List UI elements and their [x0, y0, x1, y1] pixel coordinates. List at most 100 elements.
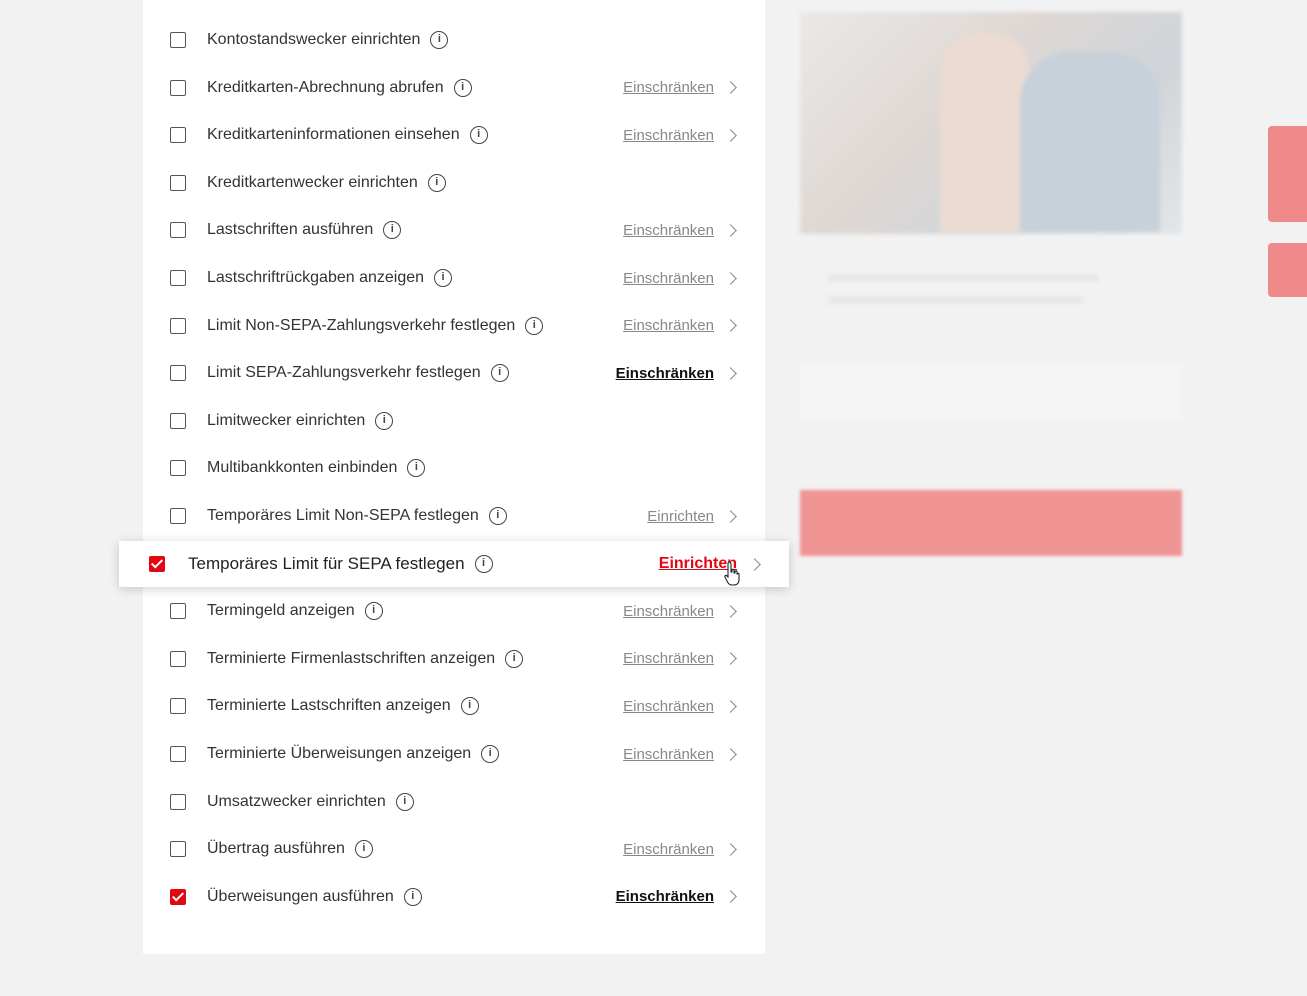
permission-checkbox[interactable]: [170, 127, 186, 144]
permissions-panel: Kontostandswecker einrichten i Kreditkarte…: [143, 0, 765, 954]
permission-row[interactable]: Temporäres Limit Non-SEPA festlegen i Einr…: [143, 493, 765, 539]
permission-action-link[interactable]: Einschränken: [616, 365, 714, 382]
save-button[interactable]: [800, 490, 1182, 556]
chevron-right-icon: [724, 319, 737, 332]
permission-checkbox[interactable]: [170, 841, 186, 858]
permission-checkbox[interactable]: [170, 793, 186, 810]
permission-label: Temporäres Limit für SEPA festlegen i: [188, 554, 493, 574]
permission-row[interactable]: Kreditkarten-Abrechnung abrufen i Einschrä…: [143, 65, 765, 111]
permission-label: Temporäres Limit Non-SEPA festlegen i: [207, 507, 507, 525]
permission-label: Limit SEPA-Zahlungsverkehr festlegen i: [207, 364, 509, 383]
permission-label-text: Lastschriften ausführen: [207, 221, 374, 239]
info-icon[interactable]: i: [481, 745, 500, 763]
chevron-right-icon: [724, 890, 737, 904]
permission-action-link[interactable]: Einschränken: [623, 127, 714, 144]
info-icon[interactable]: i: [407, 459, 426, 478]
permission-checkbox[interactable]: [170, 746, 186, 762]
permission-row[interactable]: Lastschriftrückgaben anzeigen i Einschränk…: [143, 255, 765, 301]
permission-row[interactable]: Überweisungen ausführen i Einschränken: [143, 874, 765, 920]
permission-action-link[interactable]: Einschränken: [623, 698, 714, 715]
permission-row[interactable]: Limitwecker einrichten i: [143, 398, 765, 444]
info-icon[interactable]: i: [427, 173, 446, 192]
chevron-right-icon: [724, 700, 737, 713]
chevron-right-icon: [724, 842, 737, 856]
permission-row[interactable]: Kreditkarteninformationen einsehen i Einsc…: [143, 112, 765, 158]
permission-row[interactable]: Terminierte Lastschriften anzeigen i Einsc…: [143, 683, 765, 729]
permission-action-link[interactable]: Einschränken: [623, 746, 714, 763]
permission-checkbox[interactable]: [170, 650, 186, 667]
info-icon[interactable]: i: [364, 602, 383, 621]
info-icon[interactable]: i: [375, 411, 394, 430]
permission-checkbox[interactable]: [170, 270, 186, 286]
permission-row[interactable]: Umsatzwecker einrichten i: [143, 779, 765, 825]
permission-checkbox[interactable]: [170, 317, 186, 334]
permission-row[interactable]: Lastschriften ausführen i Einschränken: [143, 207, 765, 253]
permission-action-link[interactable]: Einschränken: [623, 603, 714, 620]
permission-label-text: Limitwecker einrichten: [207, 411, 366, 429]
permission-checkbox[interactable]: [170, 698, 186, 715]
permission-label-text: Terminierte Firmenlastschriften anzeigen: [207, 649, 496, 667]
permission-label: Kontostandswecker einrichten i: [207, 31, 449, 49]
permission-label-text: Kreditkarten-Abrechnung abrufen: [207, 78, 444, 96]
info-icon[interactable]: i: [403, 887, 422, 906]
info-icon[interactable]: i: [354, 840, 373, 859]
info-icon[interactable]: i: [383, 221, 402, 240]
permission-label-text: Terminierte Lastschriften anzeigen: [207, 697, 451, 715]
permission-checkbox[interactable]: [170, 79, 186, 96]
permission-action-link[interactable]: Einschränken: [623, 222, 714, 239]
permission-label: Kreditkarten-Abrechnung abrufen i: [207, 78, 472, 97]
permission-row[interactable]: Terminierte Firmenlastschriften anzeigen…: [143, 636, 765, 682]
permission-row[interactable]: Terminierte Überweisungen anzeigen i Einsc…: [143, 731, 765, 777]
info-icon[interactable]: i: [460, 697, 479, 716]
info-icon[interactable]: i: [505, 649, 524, 668]
permission-action-link[interactable]: Einschränken: [623, 650, 714, 667]
permission-action-link[interactable]: Einschränken: [623, 317, 714, 334]
chevron-right-icon: [724, 224, 737, 237]
permission-checkbox[interactable]: [149, 556, 165, 572]
info-icon[interactable]: i: [469, 126, 488, 145]
info-icon[interactable]: i: [453, 78, 472, 97]
permission-label: Überweisungen ausführen i: [207, 887, 422, 906]
permission-label: Limitwecker einrichten i: [207, 411, 394, 430]
permission-row[interactable]: Limit SEPA-Zahlungsverkehr festlegen i Ein…: [143, 350, 765, 396]
chevron-right-icon: [724, 128, 737, 142]
permission-checkbox[interactable]: [170, 603, 186, 620]
info-icon[interactable]: i: [434, 269, 453, 287]
chevron-right-icon: [748, 557, 761, 571]
permission-checkbox[interactable]: [170, 460, 186, 477]
permission-checkbox[interactable]: [170, 888, 186, 905]
side-chat-tab[interactable]: [1268, 243, 1307, 297]
permission-checkbox[interactable]: [170, 365, 186, 382]
highlighted-permission-row[interactable]: Temporäres Limit für SEPA festlegen i Ei…: [119, 541, 789, 587]
info-icon[interactable]: i: [488, 507, 507, 525]
permission-checkbox[interactable]: [170, 508, 186, 524]
info-icon[interactable]: i: [490, 364, 509, 383]
info-icon[interactable]: i: [395, 792, 414, 811]
permission-label: Terminierte Firmenlastschriften anzeigen…: [207, 649, 524, 668]
permission-checkbox[interactable]: [170, 412, 186, 429]
permission-row[interactable]: Übertrag ausführen i Einschränken: [143, 826, 765, 872]
permission-action-link[interactable]: Einschränken: [623, 270, 714, 287]
permission-checkbox[interactable]: [170, 174, 186, 191]
permission-row[interactable]: Termingeld anzeigen i Einschränken: [143, 588, 765, 634]
permission-label-text: Limit SEPA-Zahlungsverkehr festlegen: [207, 364, 481, 382]
permission-row[interactable]: Kreditkartenwecker einrichten i: [143, 160, 765, 206]
info-icon[interactable]: i: [525, 316, 544, 335]
permission-action-link[interactable]: Einschränken: [623, 841, 714, 858]
permission-row[interactable]: Kontostandswecker einrichten i: [143, 17, 765, 63]
permission-action-link[interactable]: Einschränken: [616, 888, 714, 905]
info-icon[interactable]: i: [430, 31, 449, 49]
permission-label: Umsatzwecker einrichten i: [207, 792, 414, 811]
permission-label-text: Kreditkarteninformationen einsehen: [207, 126, 460, 144]
permission-label: Terminierte Lastschriften anzeigen i: [207, 697, 479, 716]
chevron-right-icon: [724, 366, 737, 380]
permission-checkbox[interactable]: [170, 222, 186, 239]
permission-row[interactable]: Multibankkonten einbinden i: [143, 445, 765, 491]
info-icon[interactable]: i: [474, 555, 493, 573]
permission-action-link[interactable]: Einschränken: [623, 79, 714, 96]
permission-checkbox[interactable]: [170, 32, 186, 48]
side-feedback-tab[interactable]: [1268, 126, 1307, 222]
handbook-placeholder: [800, 364, 1182, 420]
permission-action-link[interactable]: Einrichten: [647, 508, 714, 525]
permission-row[interactable]: Limit Non-SEPA-Zahlungsverkehr festlegen…: [143, 303, 765, 349]
